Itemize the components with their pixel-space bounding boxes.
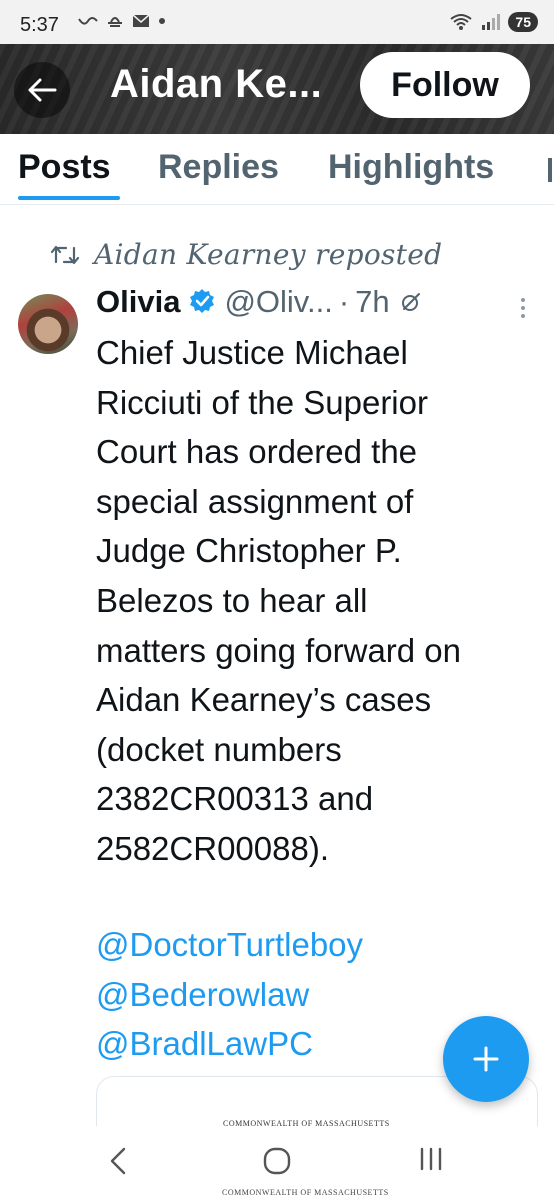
profile-tabs: Posts Replies Highlights [0,134,554,205]
tweet-line: 2382CR00313 and [96,780,374,818]
notification-icons [78,13,166,29]
underlying-document-text: COMMONWEALTH OF MASSACHUSETTS [222,1188,389,1197]
tweet-line: 2582CR00088). [96,829,329,867]
mail-icon [132,14,150,27]
tweet-header: Olivia @Oliv... · 7h [96,280,536,324]
mention-link-doctorturtleboy[interactable]: @DoctorTurtleboy [96,920,363,970]
mentions: @DoctorTurtleboy @Bederowlaw @BradlLawPC [96,920,363,1069]
tab-next-partial[interactable] [548,158,552,182]
tweet-line: Judge Christopher P. [96,532,402,570]
tweet-line: Chief Justice Michael [96,334,408,371]
nav-back-button[interactable] [108,1146,128,1176]
plus-icon [473,1046,499,1072]
tweet-line: Aidan Kearney’s cases [96,681,432,719]
signal-icon [482,14,501,30]
tab-replies[interactable]: Replies [158,148,279,187]
wifi-icon [450,14,473,30]
post-time[interactable]: 7h [355,284,389,320]
author-handle[interactable]: @Oliv... [224,284,332,320]
more-options-icon[interactable] [518,296,528,320]
status-right: 75 [450,12,538,32]
tweet-line: Ricciuti of the Superior [96,383,428,421]
tab-highlights[interactable]: Highlights [328,148,494,187]
tweet-line: (docket numbers [96,730,342,768]
status-bar: 5:37 75 [0,0,554,44]
profile-title: Aidan Ke... [110,62,323,106]
tweet-line: matters going forward on [96,631,462,669]
back-button[interactable] [14,62,70,118]
mention-link-bradllawpc[interactable]: @BradlLawPC [96,1019,363,1069]
repost-indicator: Aidan Kearney reposted [50,238,442,271]
battery-indicator: 75 [508,12,538,32]
home-circle-icon [263,1147,291,1175]
weather-icon [108,17,122,27]
active-tab-indicator [18,196,120,200]
compose-post-button[interactable] [443,1016,529,1102]
dot-icon [159,18,165,24]
tab-posts[interactable]: Posts [18,148,111,187]
tweet-text: Chief Justice Michael Ricciuti of the Su… [96,328,536,874]
verified-badge-icon [188,288,216,316]
author-name[interactable]: Olivia [96,284,180,320]
nav-recents-button[interactable] [418,1146,444,1172]
tweet-line: Court has ordered the [96,433,418,471]
status-time: 5:37 [20,14,59,36]
repost-icon [50,245,80,264]
avatar[interactable] [18,294,78,354]
mention-link-bederowlaw[interactable]: @Bederowlaw [96,970,363,1020]
system-nav-bar: COMMONWEALTH OF MASSACHUSETTS [0,1126,554,1200]
wave-icon [78,17,98,25]
follow-button[interactable]: Follow [360,52,530,118]
tweet-line: special assignment of [96,482,414,520]
separator-dot: · [338,284,350,319]
grok-icon[interactable] [400,291,422,313]
arrow-left-icon [28,78,57,102]
nav-home-button[interactable] [262,1146,292,1176]
repost-label: Aidan Kearney reposted [94,238,443,271]
recents-icon [420,1147,442,1171]
chevron-left-icon [110,1147,126,1175]
tweet-line: Belezos to hear all [96,581,368,619]
